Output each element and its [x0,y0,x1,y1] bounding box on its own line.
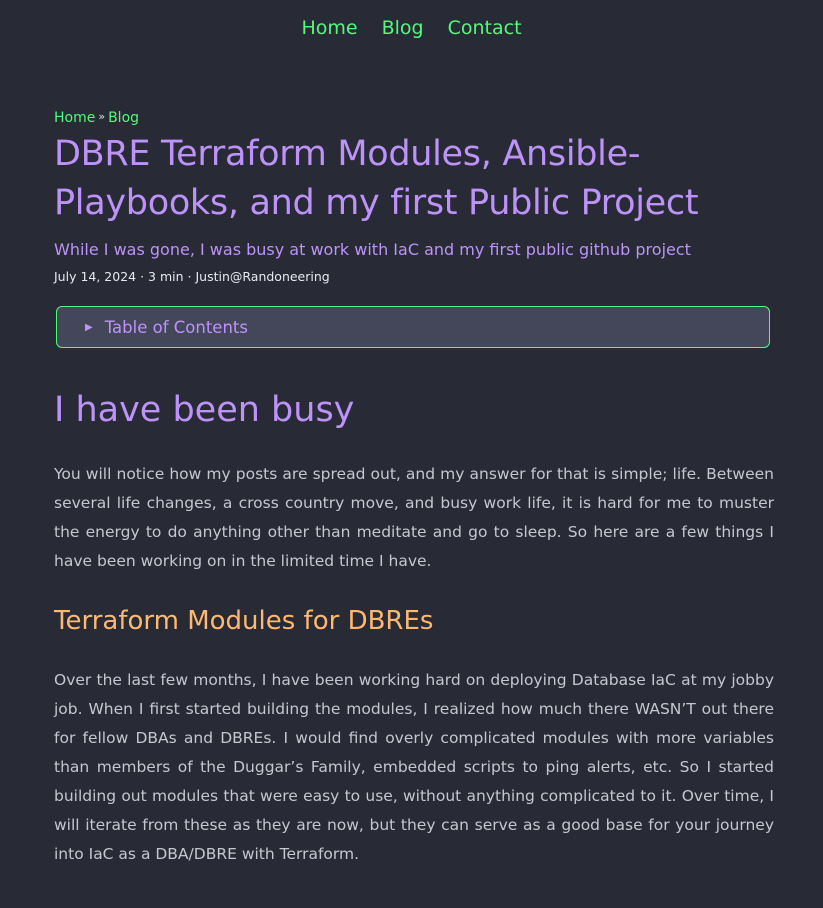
nav-home-link[interactable]: Home [301,17,357,39]
subsection-heading: Terraform Modules for DBREs [54,606,434,636]
breadcrumb-blog[interactable]: Blog [108,110,139,126]
post-meta: July 14, 2024 · 3 min · Justin@Randoneer… [54,269,330,284]
section-heading: I have been busy [54,390,355,430]
table-of-contents-toggle[interactable]: ▶ Table of Contents [56,306,770,348]
breadcrumb: Home» Blog [54,110,774,126]
post-description: While I was gone, I was busy at work wit… [54,240,691,259]
breadcrumb-home[interactable]: Home [54,110,95,126]
nav-contact-link[interactable]: Contact [448,17,522,39]
post-content: Home» Blog DBRE Terraform Modules, Ansibl… [54,110,774,869]
paragraph: Over the last few months, I have been wo… [54,671,774,863]
toc-label: Table of Contents [104,317,248,337]
breadcrumb-separator: » [98,110,106,123]
top-nav: Home Blog Contact [0,0,823,39]
triangle-right-icon: ▶ [85,321,93,333]
paragraph: You will notice how my posts are spread … [54,465,774,570]
nav-blog-link[interactable]: Blog [382,17,424,39]
page-title: DBRE Terraform Modules, Ansible-Playbook… [54,134,699,223]
